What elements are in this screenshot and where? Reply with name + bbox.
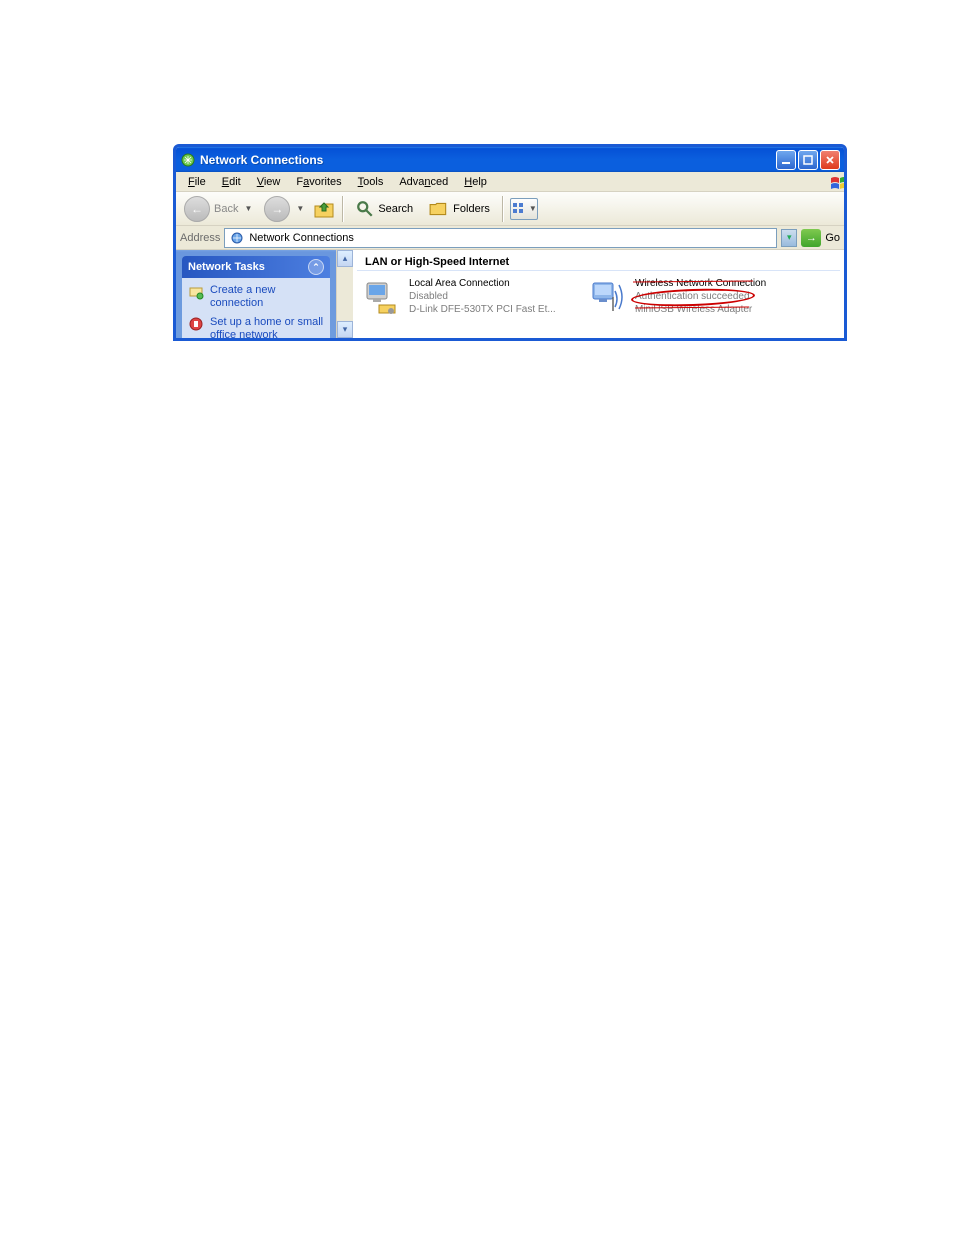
menu-bar: File Edit View Favorites Tools Advanced … <box>176 172 844 192</box>
search-button[interactable]: Search <box>350 198 419 220</box>
views-button[interactable]: ▼ <box>510 198 538 220</box>
app-icon <box>180 152 196 168</box>
content-area: Network Tasks ⌃ Create a new connec <box>176 250 844 338</box>
back-label: Back <box>214 203 238 215</box>
address-bar: Address Network Connections ▾ → Go <box>176 226 844 250</box>
connection-device: MiniUSB Wireless Adapter <box>635 303 766 316</box>
go-arrow-icon: → <box>806 232 817 244</box>
network-tasks-header[interactable]: Network Tasks ⌃ <box>182 256 330 278</box>
menu-favorites[interactable]: Favorites <box>288 174 349 190</box>
connection-status: Authentication succeeded <box>635 290 766 303</box>
menu-advanced[interactable]: Advanced <box>391 174 456 190</box>
connection-status: Disabled <box>409 290 556 303</box>
network-tasks-title: Network Tasks <box>188 261 265 273</box>
sidebar: Network Tasks ⌃ Create a new connec <box>176 250 336 338</box>
scroll-track[interactable] <box>337 267 353 321</box>
address-input[interactable]: Network Connections <box>224 228 777 248</box>
title-bar[interactable]: Network Connections <box>176 147 844 172</box>
maximize-button[interactable] <box>798 150 818 170</box>
chevron-up-icon: ⌃ <box>312 262 320 273</box>
chevron-up-icon: ▴ <box>343 253 348 264</box>
chevron-down-icon: ▾ <box>787 232 792 243</box>
connection-item-wireless[interactable]: Wireless Network Connection Authenticati… <box>587 277 797 317</box>
dropdown-arrow-icon: ▼ <box>296 204 304 213</box>
address-value: Network Connections <box>249 232 354 244</box>
new-connection-icon <box>188 284 204 300</box>
menu-edit[interactable]: Edit <box>214 174 249 190</box>
task-link-label: Create a new connection <box>210 284 324 310</box>
windows-logo-icon <box>822 174 842 190</box>
scroll-up-button[interactable]: ▴ <box>337 250 353 267</box>
dropdown-arrow-icon: ▼ <box>529 204 537 213</box>
sidebar-scrollbar[interactable]: ▴ ▾ <box>336 250 353 338</box>
chevron-down-icon: ▾ <box>343 324 348 335</box>
folders-button[interactable]: Folders <box>423 198 496 220</box>
setup-network-icon <box>188 316 204 332</box>
back-arrow-icon: ← <box>184 196 210 222</box>
minimize-button[interactable] <box>776 150 796 170</box>
dropdown-arrow-icon: ▼ <box>244 204 252 213</box>
menu-help[interactable]: Help <box>456 174 495 190</box>
network-connections-window: Network Connections File Edit View Favor… <box>173 144 847 341</box>
go-label: Go <box>825 232 840 244</box>
forward-button[interactable]: → ▼ <box>260 194 308 224</box>
main-pane[interactable]: LAN or High-Speed Internet Lo <box>353 250 844 338</box>
task-link-label: Set up a home or small office network <box>210 316 324 338</box>
folders-icon <box>429 200 449 218</box>
wireless-connection-icon <box>587 277 627 317</box>
up-folder-button[interactable] <box>312 197 336 221</box>
toolbar: ← Back ▼ → ▼ Search Folders <box>176 192 844 226</box>
menu-tools[interactable]: Tools <box>350 174 392 190</box>
group-header: LAN or High-Speed Internet <box>357 252 840 271</box>
go-button[interactable]: → <box>801 229 821 247</box>
connection-device: D-Link DFE-530TX PCI Fast Et... <box>409 303 556 316</box>
search-icon <box>356 200 374 218</box>
network-tasks-panel: Network Tasks ⌃ Create a new connec <box>182 256 330 338</box>
connection-name: Wireless Network Connection <box>635 277 766 290</box>
task-link-setup-network[interactable]: Set up a home or small office network <box>188 316 324 338</box>
forward-arrow-icon: → <box>264 196 290 222</box>
menu-view[interactable]: View <box>249 174 289 190</box>
scroll-down-button[interactable]: ▾ <box>337 321 353 338</box>
network-folder-icon <box>229 230 245 246</box>
task-link-create-connection[interactable]: Create a new connection <box>188 284 324 310</box>
collapse-button[interactable]: ⌃ <box>308 259 324 275</box>
lan-connection-icon <box>361 277 401 317</box>
window-title: Network Connections <box>200 153 776 167</box>
views-icon <box>511 201 527 217</box>
address-label: Address <box>180 232 220 244</box>
separator <box>502 196 504 222</box>
connection-item-lan[interactable]: Local Area Connection Disabled D-Link DF… <box>361 277 571 317</box>
connection-name: Local Area Connection <box>409 277 556 290</box>
address-dropdown-button[interactable]: ▾ <box>781 229 797 247</box>
folders-label: Folders <box>453 203 490 215</box>
menu-file[interactable]: File <box>180 174 214 190</box>
search-label: Search <box>378 203 413 215</box>
back-button[interactable]: ← Back ▼ <box>180 194 256 224</box>
separator <box>342 196 344 222</box>
close-button[interactable] <box>820 150 840 170</box>
